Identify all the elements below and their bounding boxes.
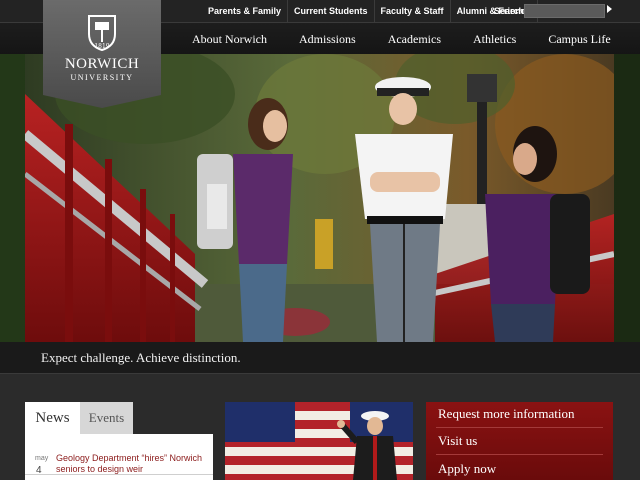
visit-us-link[interactable]: Visit us [438, 433, 477, 449]
hero-tagline: Expect challenge. Achieve distinction. [41, 350, 241, 365]
request-info-link[interactable]: Request more information [438, 406, 574, 422]
news-events-panel: News Events may 4 Geology Department “hi… [25, 402, 213, 480]
search-arrow-icon[interactable] [607, 5, 612, 13]
nav-athletics[interactable]: Athletics [457, 23, 532, 55]
tab-news[interactable]: News [25, 402, 80, 434]
utility-link-parents[interactable]: Parents & Family [202, 0, 287, 22]
feature-photo[interactable] [225, 402, 413, 480]
news-divider [25, 474, 213, 475]
utility-link-faculty-staff[interactable]: Faculty & Staff [375, 0, 450, 22]
logo-subname: UNIVERSITY [70, 73, 134, 82]
nav-campus-life[interactable]: Campus Life [532, 23, 626, 55]
info-divider [436, 427, 603, 428]
nav-about-norwich[interactable]: About Norwich [176, 23, 283, 55]
tab-events[interactable]: Events [80, 402, 133, 434]
nav-academics[interactable]: Academics [372, 23, 457, 55]
news-item-title[interactable]: Geology Department “hires” Norwich senio… [56, 453, 208, 475]
info-links-panel: Request more information Visit us Apply … [426, 402, 613, 480]
university-logo[interactable]: 1819 NORWICH UNIVERSITY [43, 0, 161, 108]
info-divider [436, 454, 603, 455]
search-label: Search [494, 6, 525, 16]
tab-spacer [133, 402, 213, 434]
main-nav-items: About Norwich Admissions Academics Athle… [176, 23, 627, 55]
logo-name: NORWICH [64, 56, 140, 72]
logo-year: 1819 [94, 43, 109, 50]
search-input[interactable] [524, 4, 605, 18]
feature-photo-illustration [225, 402, 413, 480]
utility-link-current-students[interactable]: Current Students [288, 0, 374, 22]
nav-admissions[interactable]: Admissions [283, 23, 372, 55]
apply-now-link[interactable]: Apply now [438, 461, 496, 477]
crest-icon: 1819 [88, 15, 116, 52]
tagline-bar: Expect challenge. Achieve distinction. [0, 342, 640, 374]
utility-links: Parents & Family Current Students Facult… [202, 0, 539, 22]
news-date-month: may [35, 455, 49, 462]
